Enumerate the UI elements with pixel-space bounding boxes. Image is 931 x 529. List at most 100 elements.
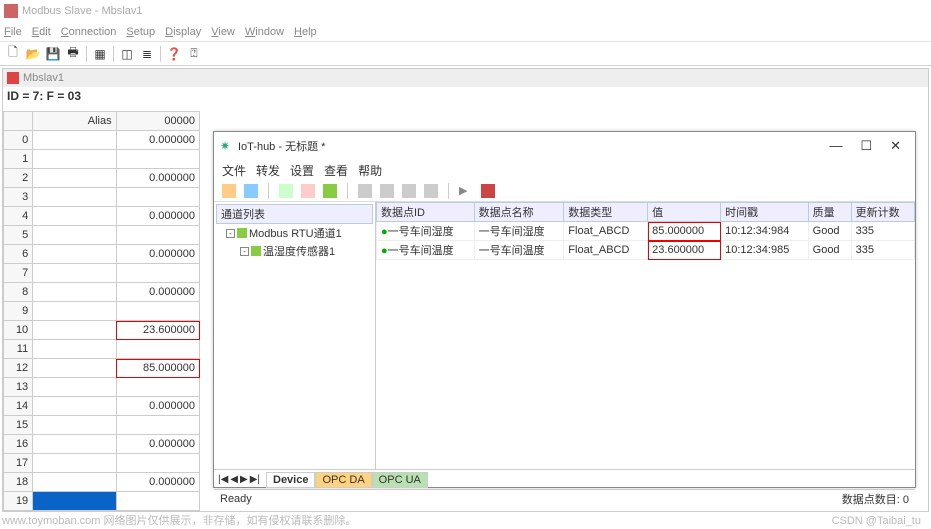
cell-alias[interactable] [33,435,116,454]
row-header[interactable]: 12 [4,359,33,378]
about-icon[interactable]: ❓ [165,45,183,63]
grid-row[interactable]: 11 [4,340,200,359]
cell-type[interactable]: Float_ABCD [564,241,648,260]
cell-value[interactable] [116,226,199,245]
cell-value[interactable]: 0.000000 [116,283,199,302]
iot-menu-forward[interactable]: 转发 [256,162,280,179]
cell-value[interactable]: 0.000000 [116,435,199,454]
row-header[interactable]: 16 [4,435,33,454]
play-icon[interactable]: ▶ [459,184,473,198]
col-value[interactable]: 值 [648,203,721,222]
cell-value[interactable]: 23.600000 [116,321,199,340]
data-grid[interactable]: 数据点ID 数据点名称 数据类型 值 时间戳 质量 更新计数 ●一号车间湿度一号… [376,202,915,260]
cell-name[interactable]: 一号车间湿度 [474,222,564,241]
row-header[interactable]: 18 [4,473,33,492]
cell-id[interactable]: ●一号车间温度 [377,241,475,260]
cell-value[interactable]: 85.000000 [648,222,721,241]
new-icon[interactable]: 🗋 [4,45,22,63]
cell-value[interactable] [116,340,199,359]
tool-icon[interactable] [222,184,236,198]
cell-alias[interactable] [33,416,116,435]
grid-row[interactable]: 7 [4,264,200,283]
save-icon[interactable]: 💾 [44,45,62,63]
cell-alias[interactable] [33,226,116,245]
menu-edit[interactable]: Edit [32,26,51,38]
grid-row[interactable]: 5 [4,226,200,245]
help-icon[interactable]: ⍰ [185,45,203,63]
cell-value[interactable]: 0.000000 [116,245,199,264]
grid-row[interactable]: 16 0.000000 [4,435,200,454]
cell-alias[interactable] [33,378,116,397]
grid-row[interactable]: 9 [4,302,200,321]
col-name[interactable]: 数据点名称 [474,203,564,222]
row-header[interactable]: 7 [4,264,33,283]
iot-menu-help[interactable]: 帮助 [358,162,382,179]
data-row[interactable]: ●一号车间温度一号车间温度Float_ABCD23.60000010:12:34… [377,241,915,260]
grid-row[interactable]: 1285.000000 [4,359,200,378]
iot-menu-file[interactable]: 文件 [222,162,246,179]
grid-row[interactable]: 18 0.000000 [4,473,200,492]
row-header[interactable]: 2 [4,169,33,188]
grid-row[interactable]: 00.000000 [4,131,200,150]
mdi-titlebar[interactable]: Mbslav1 [3,69,928,87]
cell-alias[interactable] [33,454,116,473]
row-header[interactable]: 13 [4,378,33,397]
tool-icon[interactable]: ≣ [138,45,156,63]
copy-icon[interactable]: ▦ [91,45,109,63]
menu-connection[interactable]: Connection [61,26,117,38]
tool-icon[interactable] [323,184,337,198]
cell-alias[interactable] [33,321,116,340]
row-header[interactable]: 0 [4,131,33,150]
cell-count[interactable]: 335 [851,222,914,241]
col-id[interactable]: 数据点ID [377,203,475,222]
grid-row[interactable]: 40.000000 [4,207,200,226]
tab-device[interactable]: Device [266,472,315,488]
menu-display[interactable]: Display [165,26,201,38]
grid-row[interactable]: 19 [4,492,200,511]
cell-ts[interactable]: 10:12:34:985 [721,241,809,260]
tab-opcda[interactable]: OPC DA [315,472,371,488]
grid-row[interactable]: 13 [4,378,200,397]
col-quality[interactable]: 质量 [808,203,851,222]
cell-value[interactable] [116,264,199,283]
cell-name[interactable]: 一号车间温度 [474,241,564,260]
close-icon[interactable]: ✕ [890,138,901,154]
col-type[interactable]: 数据类型 [564,203,648,222]
nav-last-icon[interactable]: ▶| [250,474,260,485]
cell-alias[interactable] [33,150,116,169]
cell-alias[interactable] [33,264,116,283]
cell-value[interactable] [116,492,199,511]
row-header[interactable]: 4 [4,207,33,226]
tab-opcua[interactable]: OPC UA [372,472,428,488]
row-header[interactable]: 1 [4,150,33,169]
tool-icon[interactable] [301,184,315,198]
nav-prev-icon[interactable]: ◀ [230,474,238,485]
row-header[interactable]: 3 [4,188,33,207]
iot-menu-settings[interactable]: 设置 [290,162,314,179]
grid-row[interactable]: 3 [4,188,200,207]
col-value[interactable]: 00000 [116,112,199,131]
cell-alias[interactable] [33,359,116,378]
maximize-icon[interactable]: ☐ [860,138,872,154]
cell-alias[interactable] [33,283,116,302]
row-header[interactable]: 8 [4,283,33,302]
cell-value[interactable]: 0.000000 [116,397,199,416]
cell-alias[interactable] [33,302,116,321]
tool-icon[interactable] [380,184,394,198]
grid-row[interactable]: 60.000000 [4,245,200,264]
cell-quality[interactable]: Good [808,222,851,241]
cell-value[interactable]: 0.000000 [116,473,199,492]
open-icon[interactable]: 📂 [24,45,42,63]
cell-value[interactable]: 0.000000 [116,169,199,188]
row-header[interactable]: 11 [4,340,33,359]
tree-root[interactable]: - Modbus RTU通道1 [216,224,373,242]
channel-tree[interactable]: 通道列表 - Modbus RTU通道1 - 温湿度传感器1 [214,202,376,469]
menu-window[interactable]: Window [245,26,284,38]
cell-value[interactable] [116,188,199,207]
collapse-icon[interactable]: - [240,247,249,256]
cell-alias[interactable] [33,188,116,207]
row-header[interactable]: 17 [4,454,33,473]
cell-value[interactable] [116,416,199,435]
grid-row[interactable]: 1023.600000 [4,321,200,340]
cell-value[interactable] [116,378,199,397]
